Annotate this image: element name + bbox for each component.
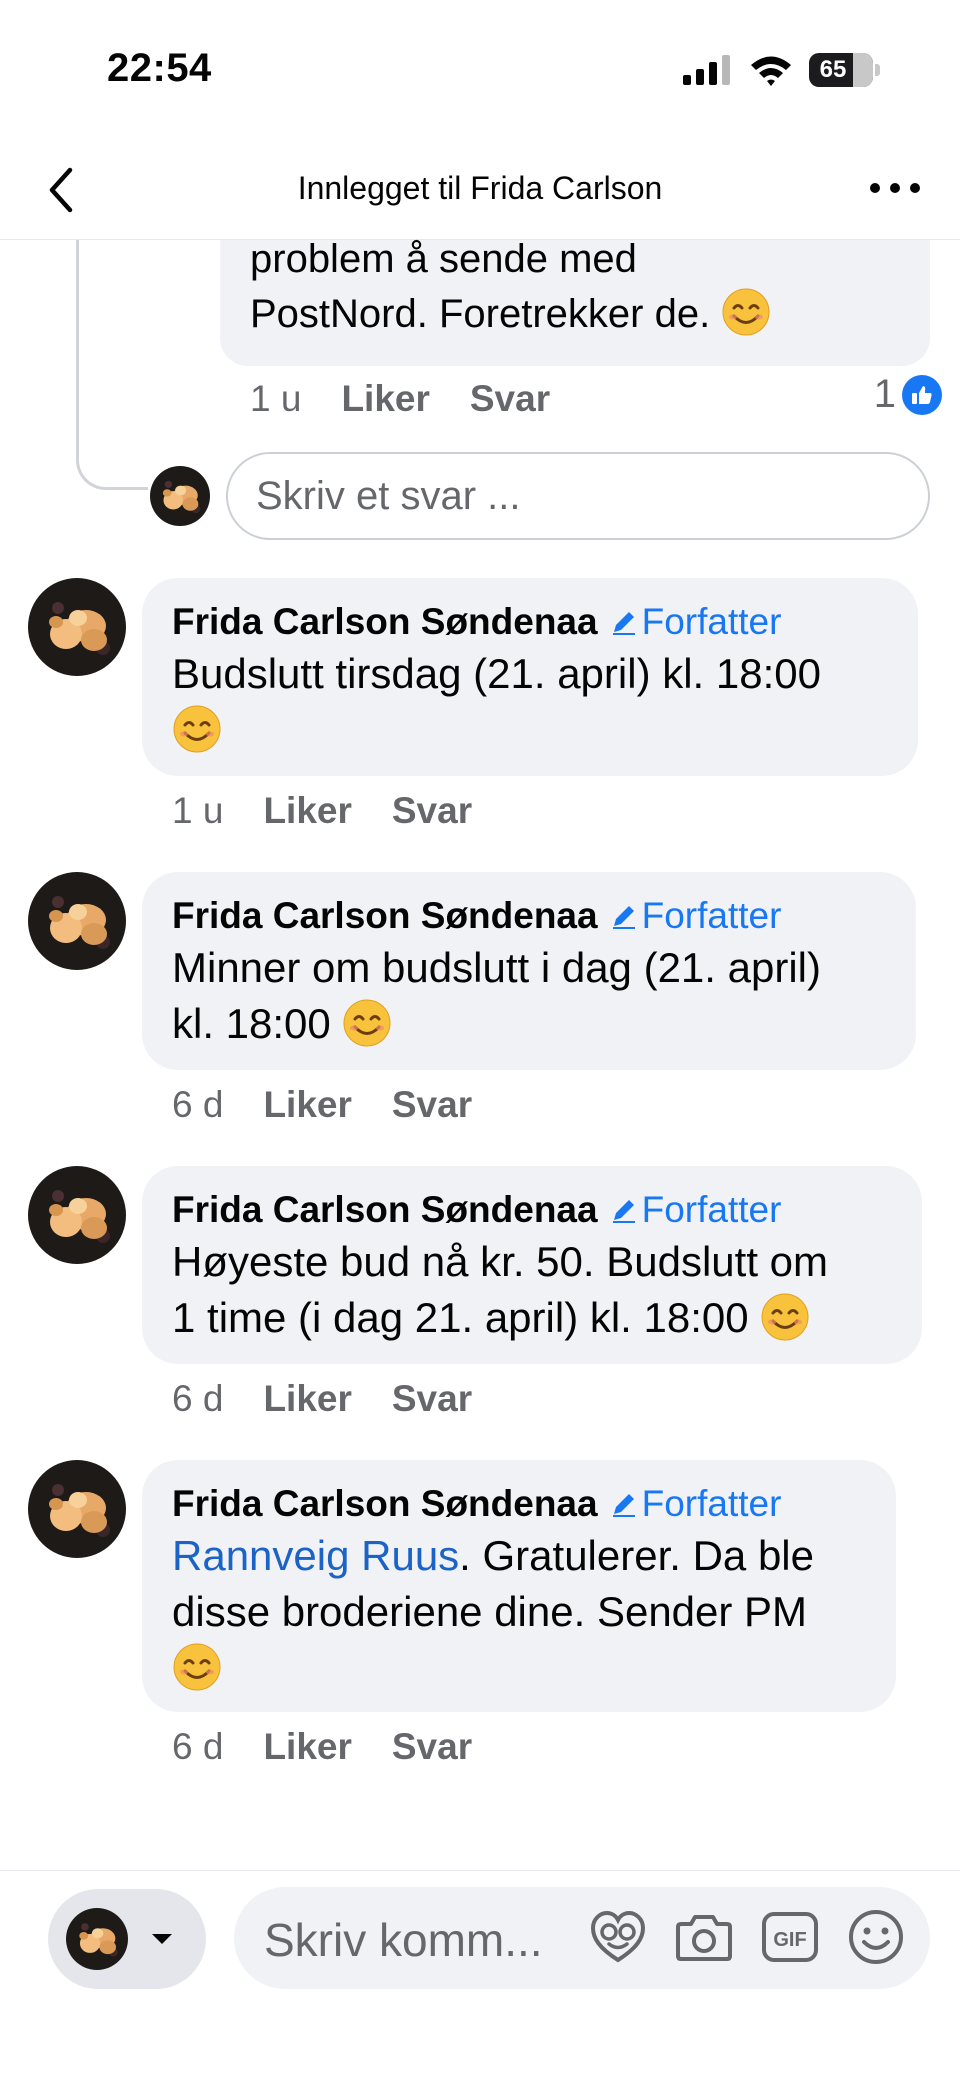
comment-bubble: Frida Carlson Søndenaa Forfatter Rannvei… bbox=[142, 1460, 896, 1712]
comment-text-line3 bbox=[172, 1640, 866, 1696]
reply-text-line2: PostNord. Foretrekker de. bbox=[250, 287, 900, 342]
battery-tip bbox=[875, 64, 880, 76]
comment-composer: Skriv komm... GIF bbox=[0, 1870, 960, 2081]
comment-author[interactable]: Frida Carlson Søndenaa bbox=[172, 598, 598, 646]
comment-author[interactable]: Frida Carlson Søndenaa bbox=[172, 892, 598, 940]
post-header: Innlegget til Frida Carlson bbox=[0, 140, 960, 240]
pencil-icon bbox=[610, 902, 638, 930]
cellular-signal-icon bbox=[683, 55, 730, 85]
author-badge: Forfatter bbox=[610, 1480, 781, 1528]
comment-avatar[interactable] bbox=[28, 578, 126, 676]
status-time: 22:54 bbox=[107, 46, 212, 90]
smiling-face-icon bbox=[760, 1292, 810, 1342]
reply-button[interactable]: Svar bbox=[392, 1084, 472, 1126]
reply-reply-button[interactable]: Svar bbox=[470, 378, 550, 420]
comment-author-row: Frida Carlson Søndenaa Forfatter bbox=[172, 1186, 892, 1234]
like-button[interactable]: Liker bbox=[263, 1084, 351, 1126]
pencil-icon bbox=[610, 1196, 638, 1224]
page-title: Innlegget til Frida Carlson bbox=[297, 170, 663, 206]
comment-text-line1: Høyeste bud nå kr. 50. Budslutt om bbox=[172, 1238, 829, 1285]
reply-button[interactable]: Svar bbox=[392, 1378, 472, 1420]
comment-author-row: Frida Carlson Søndenaa Forfatter bbox=[172, 1480, 866, 1528]
thumbs-up-icon bbox=[902, 374, 942, 415]
comment-timestamp: 1 u bbox=[172, 790, 224, 831]
comment-text-line2: 1 time (i dag 21. april) kl. 18:00 bbox=[172, 1290, 892, 1346]
comment-input-placeholder: Skriv komm... bbox=[264, 1914, 543, 1966]
pencil-icon bbox=[610, 1490, 638, 1518]
comment-bubble: Frida Carlson Søndenaa Forfatter Høyeste… bbox=[142, 1166, 922, 1364]
reply-bubble: problem å sende med PostNord. Foretrekke… bbox=[220, 237, 930, 366]
comment-timestamp: 6 d bbox=[172, 1378, 224, 1419]
comment-actions: 1 u Liker Svar bbox=[172, 790, 472, 832]
battery-level: 65 bbox=[819, 56, 847, 83]
more-options-button[interactable] bbox=[870, 176, 920, 200]
reply-timestamp: 1 u bbox=[250, 378, 302, 419]
like-button[interactable]: Liker bbox=[263, 1726, 351, 1768]
reply-actions: 1 u Liker Svar bbox=[250, 378, 550, 420]
smiling-face-icon bbox=[172, 704, 222, 754]
comment-timestamp: 6 d bbox=[172, 1726, 224, 1767]
comment-author-row: Frida Carlson Søndenaa Forfatter bbox=[172, 598, 888, 646]
comment-author-row: Frida Carlson Søndenaa Forfatter bbox=[172, 892, 886, 940]
caret-down-icon bbox=[152, 1934, 172, 1944]
comment-text-line2 bbox=[172, 702, 888, 758]
smiling-face-icon bbox=[172, 1642, 222, 1692]
comment-text-line1: Minner om budslutt i dag (21. april) bbox=[172, 944, 821, 991]
reply-button[interactable]: Svar bbox=[392, 1726, 472, 1768]
mention-link[interactable]: Rannveig Ruus bbox=[172, 1532, 459, 1579]
thread-connector bbox=[76, 240, 148, 490]
comment-author[interactable]: Frida Carlson Søndenaa bbox=[172, 1186, 598, 1234]
gif-icon: GIF bbox=[762, 1912, 818, 1962]
camera-button[interactable] bbox=[674, 1907, 734, 1967]
camera-icon bbox=[676, 1915, 732, 1961]
composer-icons: GIF bbox=[588, 1907, 906, 1967]
comment-actions: 6 d Liker Svar bbox=[172, 1378, 472, 1420]
comment-bubble: Frida Carlson Søndenaa Forfatter Minner … bbox=[142, 872, 916, 1070]
smiling-face-icon bbox=[342, 998, 392, 1048]
comment-bubble: Frida Carlson Søndenaa Forfatter Budslut… bbox=[142, 578, 918, 776]
reply-button[interactable]: Svar bbox=[392, 790, 472, 832]
comment-text-line2: kl. 18:00 bbox=[172, 996, 886, 1052]
like-button[interactable]: Liker bbox=[263, 1378, 351, 1420]
profile-switcher-button[interactable] bbox=[48, 1889, 206, 1989]
wifi-icon bbox=[751, 56, 791, 86]
reply-input[interactable]: Skriv et svar ... bbox=[226, 452, 930, 540]
reply-text-line1: problem å sende med bbox=[250, 237, 637, 281]
comment-input[interactable]: Skriv komm... GIF bbox=[234, 1887, 930, 1989]
comment-text-line1: Budslutt tirsdag (21. april) kl. 18:00 bbox=[172, 650, 821, 697]
status-bar: 22:54 65 bbox=[0, 0, 960, 140]
comment-actions: 6 d Liker Svar bbox=[172, 1084, 472, 1126]
emoji-icon bbox=[849, 1910, 903, 1964]
reply-like-button[interactable]: Liker bbox=[341, 378, 429, 420]
like-button[interactable]: Liker bbox=[263, 790, 351, 832]
my-avatar bbox=[66, 1908, 128, 1970]
comment-text-line2: disse broderiene dine. Sender PM bbox=[172, 1588, 808, 1635]
reaction-count[interactable]: 1 bbox=[874, 372, 942, 417]
emoji-picker-button[interactable] bbox=[846, 1907, 906, 1967]
pencil-icon bbox=[610, 608, 638, 636]
reaction-count-number: 1 bbox=[873, 372, 896, 416]
battery-icon: 65 bbox=[809, 53, 873, 87]
svg-text:GIF: GIF bbox=[773, 1929, 806, 1951]
smiling-face-icon bbox=[721, 287, 771, 337]
comment-avatar[interactable] bbox=[28, 1166, 126, 1264]
gif-button[interactable]: GIF bbox=[760, 1907, 820, 1967]
author-badge: Forfatter bbox=[610, 892, 781, 940]
avatar-sticker-icon bbox=[590, 1910, 646, 1963]
more-dots-icon bbox=[870, 183, 880, 193]
avatar-sticker-button[interactable] bbox=[588, 1907, 648, 1967]
comment-actions: 6 d Liker Svar bbox=[172, 1726, 472, 1768]
comment-avatar[interactable] bbox=[28, 872, 126, 970]
comment-timestamp: 6 d bbox=[172, 1084, 224, 1125]
comment-text-line1: Rannveig Ruus. Gratulerer. Da ble bbox=[172, 1532, 814, 1579]
my-avatar bbox=[150, 466, 210, 526]
status-icons: 65 bbox=[683, 50, 880, 90]
comment-author[interactable]: Frida Carlson Søndenaa bbox=[172, 1480, 598, 1528]
comment-avatar[interactable] bbox=[28, 1460, 126, 1558]
author-badge: Forfatter bbox=[610, 598, 781, 646]
author-badge: Forfatter bbox=[610, 1186, 781, 1234]
